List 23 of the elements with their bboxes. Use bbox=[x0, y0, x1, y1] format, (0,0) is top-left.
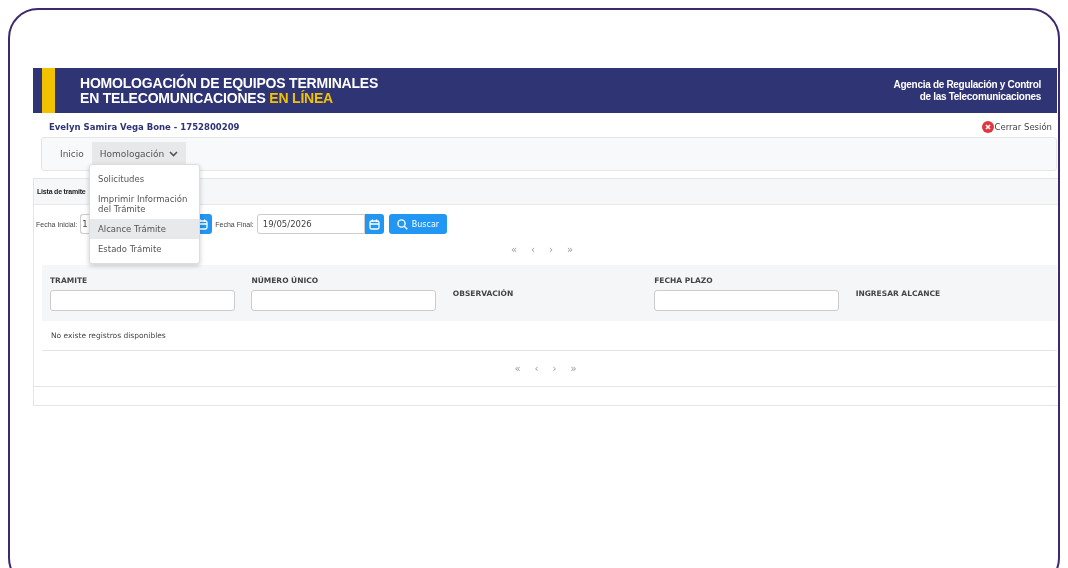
logout-link[interactable]: Cerrar Sesión bbox=[981, 121, 1052, 133]
menu-item[interactable]: Solicitudes bbox=[90, 169, 199, 189]
filter-field[interactable] bbox=[251, 289, 437, 311]
date-field[interactable]: 19/05/2026 bbox=[256, 214, 365, 234]
agency-name: de las Telecomunicaciones bbox=[918, 90, 1041, 103]
close-icon bbox=[981, 121, 994, 133]
agency-name: Agencia de Regulación y Control bbox=[893, 78, 1041, 91]
banner-highlight: EN LÍNEA bbox=[269, 89, 334, 106]
calendar-icon bbox=[368, 218, 380, 230]
chevron-down-icon bbox=[169, 151, 179, 157]
menu-item[interactable]: Imprimir Información del Trámite bbox=[90, 189, 199, 219]
nav-dropdown[interactable]: Homologación bbox=[91, 142, 187, 166]
menu-item[interactable]: Alcance Trámite bbox=[90, 219, 199, 239]
banner-title: HOMOLOGACIÓN DE EQUIPOS TERMINALES bbox=[80, 75, 380, 91]
filter-field[interactable] bbox=[50, 289, 235, 311]
search-icon bbox=[396, 218, 408, 230]
nav-link[interactable]: Inicio bbox=[52, 142, 92, 166]
banner-stripe bbox=[42, 68, 55, 113]
menu-item[interactable]: Estado Trámite bbox=[90, 239, 199, 259]
calendar-button[interactable] bbox=[364, 214, 384, 234]
filter-field[interactable] bbox=[654, 289, 840, 311]
user-name: Evelyn Samira Vega Bone - 1752800209 bbox=[49, 122, 240, 132]
date-field[interactable]: 1 bbox=[80, 214, 91, 234]
